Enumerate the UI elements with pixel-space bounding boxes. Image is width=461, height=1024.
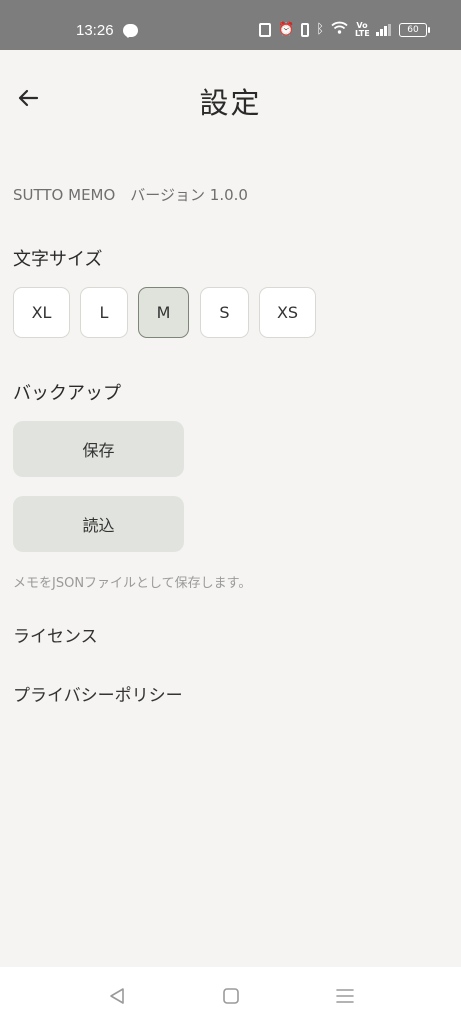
backup-section-title: バックアップ	[13, 383, 121, 404]
status-icons: ⏰ ᛒ Vo LTE 60	[259, 21, 430, 39]
battery-icon: 60	[399, 23, 430, 37]
font-size-option-m[interactable]: M	[138, 287, 189, 338]
volte-icon: Vo LTE	[355, 21, 370, 38]
privacy-policy-link[interactable]: プライバシーポリシー	[13, 681, 183, 706]
page-title: 設定	[199, 86, 262, 120]
signal-icon	[376, 24, 392, 36]
font-size-option-xs[interactable]: XS	[259, 287, 316, 338]
save-button[interactable]: 保存	[13, 421, 184, 477]
backup-note: メモをJSONファイルとして保存します。	[13, 576, 252, 591]
nfc-icon	[259, 23, 271, 37]
nav-menu-button[interactable]	[333, 984, 357, 1008]
status-time: 13:26	[76, 22, 114, 39]
system-navigation-bar	[0, 967, 461, 1024]
line-app-icon	[123, 24, 138, 38]
license-link[interactable]: ライセンス	[13, 622, 98, 647]
nav-back-icon	[110, 988, 124, 1004]
nav-menu-icon	[336, 989, 354, 1003]
alarm-icon: ⏰	[278, 22, 295, 37]
load-button[interactable]: 読込	[13, 496, 184, 552]
font-size-option-xl[interactable]: XL	[13, 287, 70, 338]
status-bar: 13:26 ⏰ ᛒ Vo LTE 60	[0, 0, 461, 50]
font-size-section-title: 文字サイズ	[13, 249, 103, 270]
font-size-option-s[interactable]: S	[200, 287, 249, 338]
vibrate-icon	[301, 23, 310, 37]
app-version-text: SUTTO MEMO バージョン 1.0.0	[13, 186, 248, 204]
wifi-icon	[331, 21, 348, 39]
bluetooth-icon: ᛒ	[316, 22, 324, 37]
nav-back-button[interactable]	[105, 984, 129, 1008]
nav-home-icon	[223, 988, 239, 1004]
font-size-option-l[interactable]: L	[80, 287, 128, 338]
nav-home-button[interactable]	[219, 984, 243, 1008]
